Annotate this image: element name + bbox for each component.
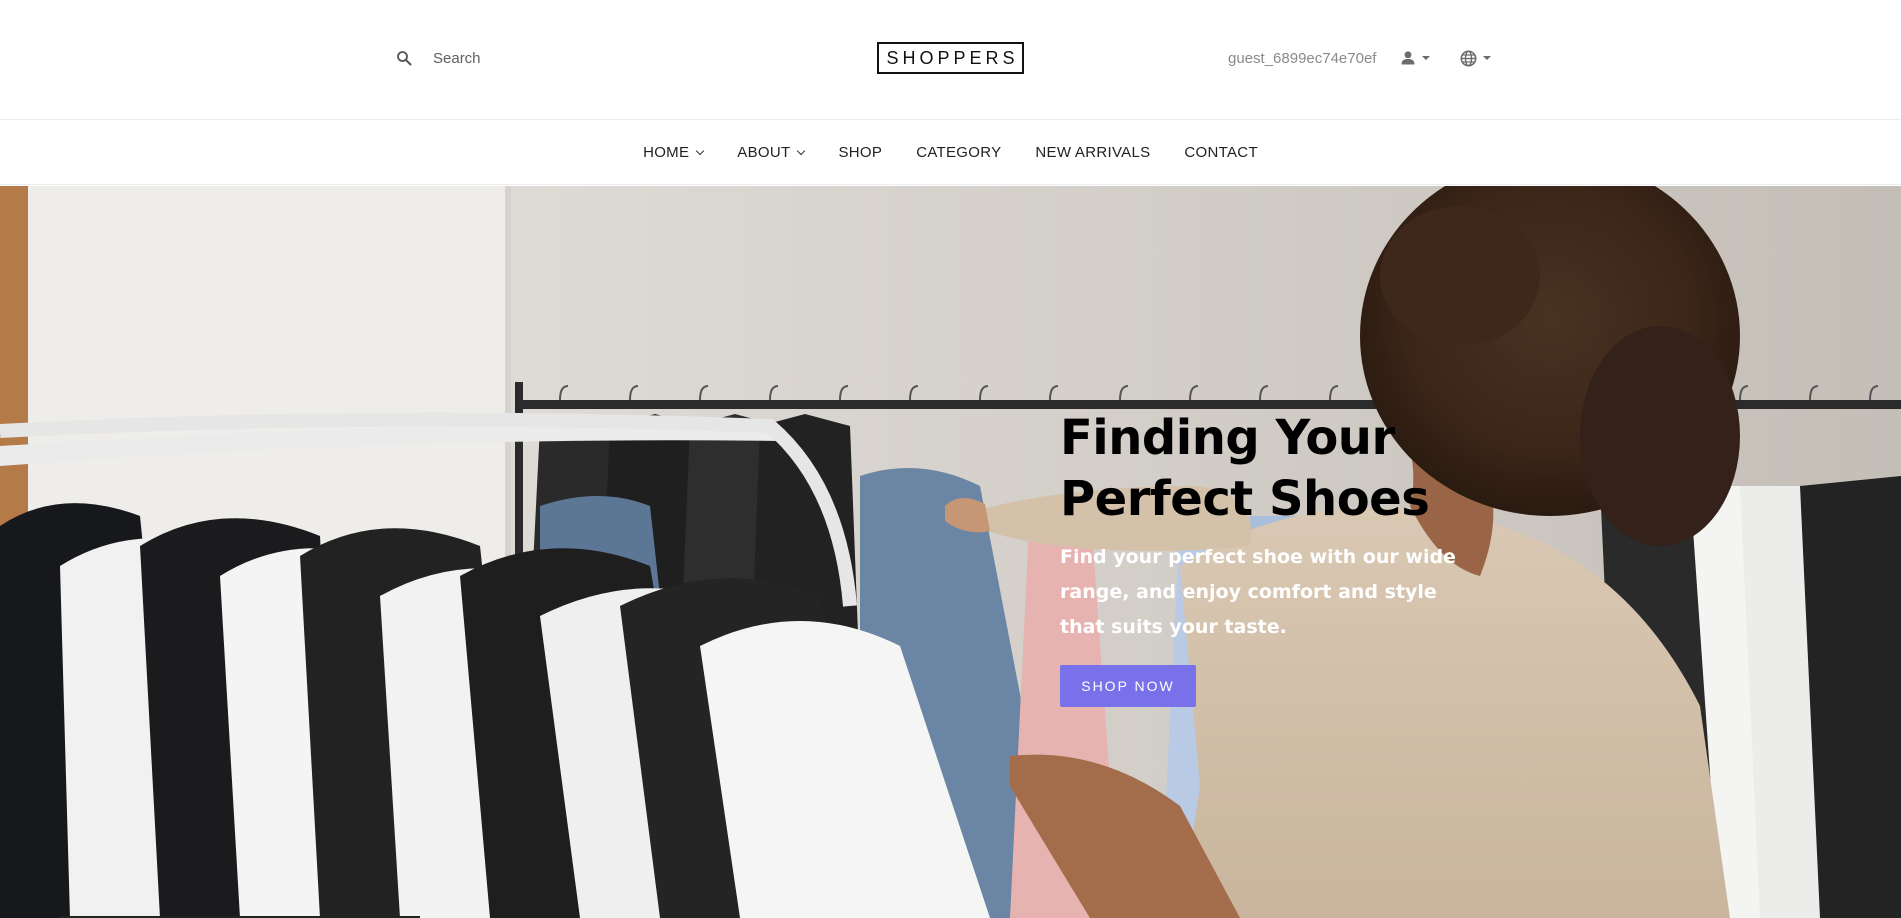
language-dropdown[interactable] <box>1460 50 1492 67</box>
chevron-down-icon <box>1483 56 1492 60</box>
hero-banner: Finding Your Perfect Shoes Find your per… <box>0 186 1901 918</box>
search-bar <box>396 46 731 70</box>
nav-item-about[interactable]: ABOUT <box>737 144 806 161</box>
nav-item-label: SHOP <box>838 144 883 161</box>
top-header: SHOPPERS guest_6899ec74e70ef <box>0 0 1901 120</box>
nav-item-new-arrivals[interactable]: NEW ARRIVALS <box>1035 144 1150 161</box>
nav-item-shop[interactable]: SHOP <box>838 144 882 161</box>
user-icon <box>1400 50 1416 66</box>
shop-now-button[interactable]: SHOP NOW <box>1060 665 1196 707</box>
hero-subtitle: Find your perfect shoe with our wide ran… <box>1060 546 1456 638</box>
user-menu-dropdown[interactable] <box>1400 50 1431 66</box>
search-icon[interactable] <box>396 50 412 66</box>
nav-item-category[interactable]: CATEGORY <box>916 144 1001 161</box>
site-logo[interactable]: SHOPPERS <box>877 42 1024 74</box>
chevron-down-icon <box>797 146 806 155</box>
hero-title-line-1: Finding Your <box>1060 410 1395 466</box>
hero-content: Finding Your Perfect Shoes Find your per… <box>1060 408 1500 707</box>
hero-title-line-2: Perfect Shoes <box>1060 471 1430 527</box>
username-label: guest_6899ec74e70ef <box>1228 49 1377 67</box>
nav-item-label: CATEGORY <box>916 144 1002 161</box>
globe-icon <box>1460 50 1477 67</box>
search-input[interactable] <box>431 48 731 68</box>
main-nav: HOME ABOUT SHOP CATEGORY NEW ARRIVALS CO… <box>0 121 1901 185</box>
hero-title: Finding Your Perfect Shoes <box>1060 408 1500 530</box>
nav-item-label: CONTACT <box>1184 144 1258 161</box>
nav-item-home[interactable]: HOME <box>643 144 705 161</box>
hero-background-image <box>0 186 1901 918</box>
nav-item-label: ABOUT <box>737 144 791 161</box>
user-area: guest_6899ec74e70ef <box>1228 46 1492 70</box>
chevron-down-icon <box>1422 56 1431 60</box>
nav-item-label: HOME <box>643 144 690 161</box>
chevron-down-icon <box>696 146 705 155</box>
nav-item-contact[interactable]: CONTACT <box>1184 144 1257 161</box>
nav-item-label: NEW ARRIVALS <box>1035 144 1151 161</box>
